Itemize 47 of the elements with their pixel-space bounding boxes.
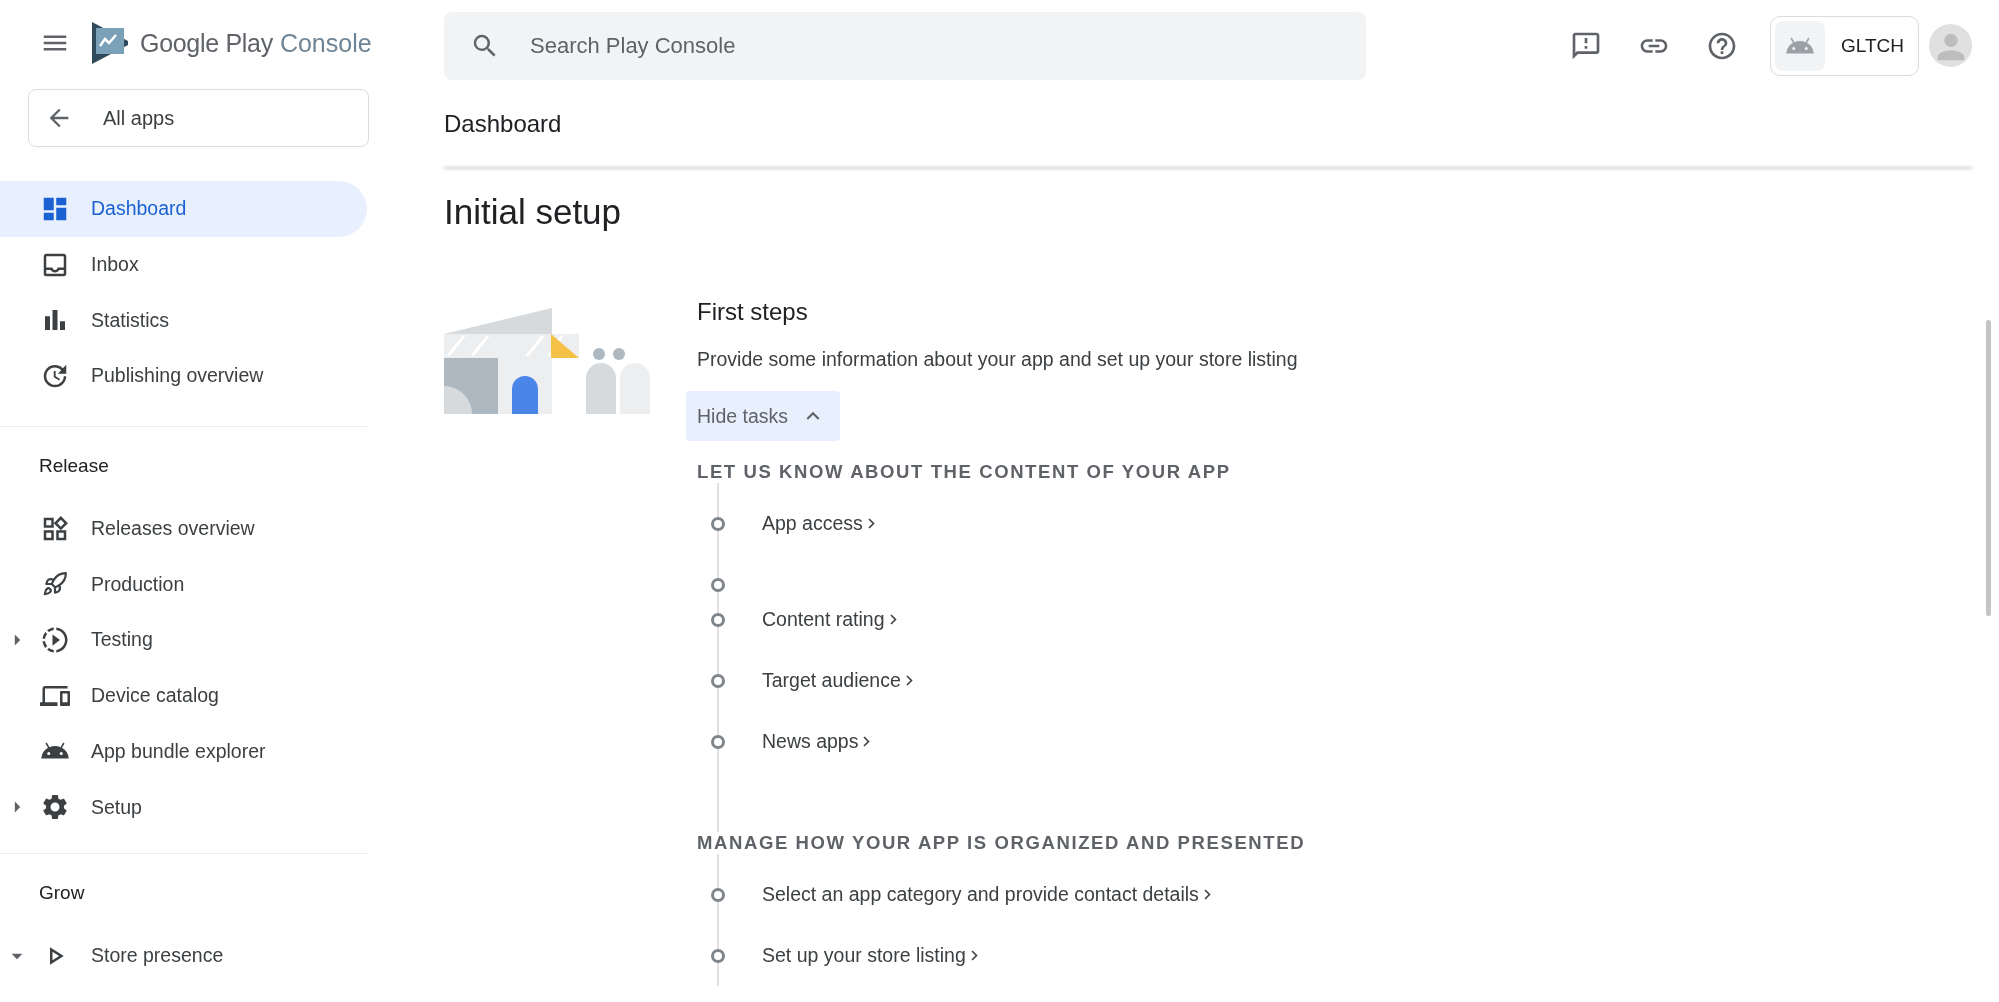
chevron-right-icon xyxy=(867,518,875,529)
nav-item[interactable]: Device catalog xyxy=(0,667,367,724)
nav-item[interactable]: App bundle explorer xyxy=(0,723,367,780)
app-chip[interactable]: GLTCH xyxy=(1770,15,1919,76)
android-icon xyxy=(1775,20,1825,71)
step-dot-icon xyxy=(711,948,725,963)
section-title: Grow xyxy=(38,880,86,905)
card-description: Provide some information about your app and set up your store listing xyxy=(697,348,1299,371)
play-console-logo-icon xyxy=(90,22,130,64)
nav-item[interactable]: Inbox xyxy=(0,236,367,293)
nav-item[interactable]: Production xyxy=(0,556,367,613)
search-field[interactable]: Search Play Console xyxy=(444,11,1366,80)
section-heading: Initial setup xyxy=(444,191,623,232)
task-link[interactable]: Target audience xyxy=(762,669,913,692)
chevron-right-icon xyxy=(1203,889,1211,900)
nav-item[interactable]: Store presence xyxy=(0,927,367,984)
section-title: Release xyxy=(38,453,110,478)
chevron-right-icon xyxy=(863,736,871,747)
nav-item[interactable]: Statistics xyxy=(0,292,367,349)
nav-item[interactable]: Setup xyxy=(0,779,367,835)
chevron-right-icon xyxy=(970,950,978,961)
nav-item[interactable]: Publishing overview xyxy=(0,348,367,404)
all-apps-button[interactable]: All apps xyxy=(28,89,369,147)
step-dot-icon xyxy=(711,887,725,902)
nav-item[interactable]: Testing xyxy=(0,612,367,668)
logo-product-text: Console xyxy=(279,28,372,58)
logo-text: Google Play xyxy=(140,28,273,58)
task-link[interactable]: Select an app category and provide contact details xyxy=(762,883,1211,906)
step-dot-icon xyxy=(711,516,725,531)
task-group-title: LET US KNOW ABOUT THE CONTENT OF YOUR APP xyxy=(697,461,1232,483)
step-dot-icon xyxy=(711,577,725,592)
chevron-right-icon xyxy=(905,675,913,686)
task-link[interactable]: News apps xyxy=(762,730,871,753)
scrollbar-thumb[interactable] xyxy=(1986,320,1991,616)
step-dot-icon xyxy=(711,734,725,749)
step-dot-icon xyxy=(711,612,725,627)
nav-item[interactable]: Releases overview xyxy=(0,500,367,557)
task-link[interactable]: Set up your store listing xyxy=(762,944,978,967)
hide-tasks-button[interactable]: Hide tasks xyxy=(686,391,840,441)
chevron-right-icon xyxy=(889,614,897,625)
task-group-title: MANAGE HOW YOUR APP IS ORGANIZED AND PRESENTED xyxy=(697,832,1306,854)
step-dot-icon xyxy=(711,673,725,688)
card-title: First steps xyxy=(697,298,809,326)
task-link[interactable]: Content rating xyxy=(762,608,897,631)
task-link[interactable]: App access xyxy=(762,512,875,535)
nav-item[interactable]: Dashboard xyxy=(0,181,367,237)
page-title: Dashboard xyxy=(444,109,563,139)
